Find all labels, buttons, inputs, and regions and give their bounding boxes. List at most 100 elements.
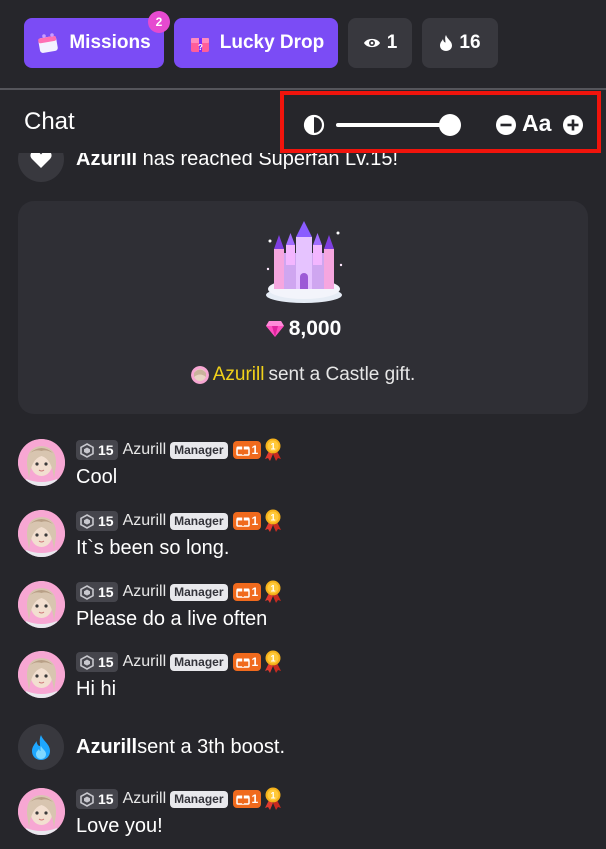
- username[interactable]: Azurill: [123, 790, 167, 808]
- username[interactable]: Azurill: [123, 512, 167, 530]
- minus-circle-icon: [496, 115, 516, 135]
- level-badge: 15: [76, 440, 118, 460]
- username[interactable]: Azurill: [123, 653, 167, 671]
- gift-icon: [235, 517, 250, 527]
- message-meta: 15 Azurill Manager 1 1: [76, 509, 282, 533]
- superfan-heart-icon: [18, 153, 64, 182]
- chat-message: 15 Azurill Manager 1 1 Please do a live often: [18, 580, 588, 637]
- opacity-slider-handle[interactable]: [439, 114, 461, 136]
- castle-gift-image: [262, 219, 346, 308]
- superfan-user: Azurill: [76, 153, 138, 170]
- avatar[interactable]: [18, 788, 65, 835]
- avatar[interactable]: [18, 439, 65, 486]
- fire-count: 16: [459, 32, 481, 53]
- avatar[interactable]: [18, 651, 65, 698]
- username[interactable]: Azurill: [123, 583, 167, 601]
- chat-message: 15 Azurill Manager 1 1 Love you!: [18, 787, 588, 844]
- medal-icon: 1: [264, 787, 282, 811]
- eye-icon: [363, 36, 381, 50]
- gift-icon: [235, 446, 250, 456]
- fire-button[interactable]: 16: [422, 18, 498, 68]
- gift-amount: 8,000: [288, 317, 342, 340]
- message-meta: 15 Azurill Manager 1 1: [76, 650, 282, 674]
- gift-count: 1: [251, 792, 259, 806]
- boost-text: sent a 3th boost.: [137, 735, 286, 758]
- sender-avatar[interactable]: [190, 366, 209, 384]
- lucky-drop-button[interactable]: ? Lucky Drop: [174, 18, 338, 68]
- svg-text:1: 1: [271, 654, 276, 664]
- hexagon-level-icon: [80, 513, 94, 529]
- message-text: Hi hi: [76, 678, 117, 700]
- gift-text: sent a Castle gift.: [268, 364, 416, 385]
- font-size-label: Aa: [522, 110, 552, 136]
- diamond-icon: [265, 320, 285, 338]
- username[interactable]: Azurill: [123, 441, 167, 459]
- level-badge: 15: [76, 582, 118, 602]
- manager-badge: Manager: [170, 790, 228, 808]
- boost-user[interactable]: Azurill: [76, 736, 137, 758]
- hexagon-level-icon: [80, 791, 94, 807]
- manager-badge: Manager: [170, 512, 228, 530]
- gift-count-badge: 1: [232, 790, 262, 808]
- gift-count-badge: 1: [232, 653, 262, 671]
- gift-box-icon: ?: [188, 32, 212, 54]
- level-value: 15: [98, 442, 114, 458]
- message-text: Please do a live often: [76, 608, 268, 630]
- missions-button[interactable]: Missions 2: [24, 11, 170, 68]
- decrease-font-button[interactable]: [495, 114, 517, 141]
- gift-count: 1: [251, 443, 259, 457]
- superfan-text: has reached Superfan Lv.15!: [137, 153, 399, 170]
- message-meta: 15 Azurill Manager 1 1: [76, 787, 282, 811]
- hexagon-level-icon: [80, 584, 94, 600]
- castle-gift-card: 8,000 Azurill sent a Castle gift.: [18, 201, 588, 414]
- manager-badge: Manager: [170, 441, 228, 459]
- svg-text:1: 1: [271, 513, 276, 523]
- contrast-icon[interactable]: [303, 114, 325, 141]
- medal-icon: 1: [264, 509, 282, 533]
- gift-icon: [235, 795, 250, 805]
- viewers-button[interactable]: 1: [348, 18, 412, 68]
- level-badge: 15: [76, 789, 118, 809]
- increase-font-button[interactable]: [562, 114, 584, 141]
- chat-message: 15 Azurill Manager 1 1 Hi hi: [18, 650, 588, 707]
- chat-message: 15 Azurill Manager 1 1 It`s been so long.: [18, 509, 588, 566]
- svg-text:1: 1: [271, 584, 276, 594]
- level-badge: 15: [76, 652, 118, 672]
- opacity-slider-track[interactable]: [336, 123, 455, 127]
- gift-count-badge: 1: [232, 512, 262, 530]
- level-value: 15: [98, 791, 114, 807]
- gift-icon: [235, 658, 250, 668]
- gift-count-badge: 1: [232, 583, 262, 601]
- header-divider: [0, 88, 606, 90]
- chat-title: Chat: [24, 108, 75, 135]
- plus-circle-icon: [563, 115, 583, 135]
- svg-text:1: 1: [271, 791, 276, 801]
- gift-sender[interactable]: Azurill: [213, 364, 265, 386]
- calendar-icon: [37, 32, 61, 54]
- level-badge: 15: [76, 511, 118, 531]
- message-meta: 15 Azurill Manager 1 1: [76, 580, 282, 604]
- message-meta: 15 Azurill Manager 1 1: [76, 438, 282, 462]
- missions-badge: 2: [148, 11, 170, 33]
- fire-icon: [439, 34, 453, 52]
- boost-system-message: Azurillsent a 3th boost.: [18, 724, 285, 770]
- level-value: 15: [98, 513, 114, 529]
- hexagon-level-icon: [80, 654, 94, 670]
- lucky-drop-label: Lucky Drop: [219, 32, 325, 53]
- chat-message-list[interactable]: Azurill has reached Superfan Lv.15! 8,00…: [0, 153, 606, 849]
- gift-count: 1: [251, 514, 259, 528]
- medal-icon: 1: [264, 650, 282, 674]
- gift-count: 1: [251, 655, 259, 669]
- level-value: 15: [98, 654, 114, 670]
- manager-badge: Manager: [170, 583, 228, 601]
- avatar[interactable]: [18, 510, 65, 557]
- viewers-count: 1: [386, 32, 398, 53]
- avatar[interactable]: [18, 581, 65, 628]
- medal-icon: 1: [264, 580, 282, 604]
- manager-badge: Manager: [170, 653, 228, 671]
- svg-text:?: ?: [198, 43, 203, 52]
- top-bar: Missions 2 ? Lucky Drop 1 16: [0, 0, 606, 88]
- message-text: It`s been so long.: [76, 537, 230, 559]
- message-text: Cool: [76, 466, 118, 488]
- chat-display-controls: Aa: [280, 91, 601, 153]
